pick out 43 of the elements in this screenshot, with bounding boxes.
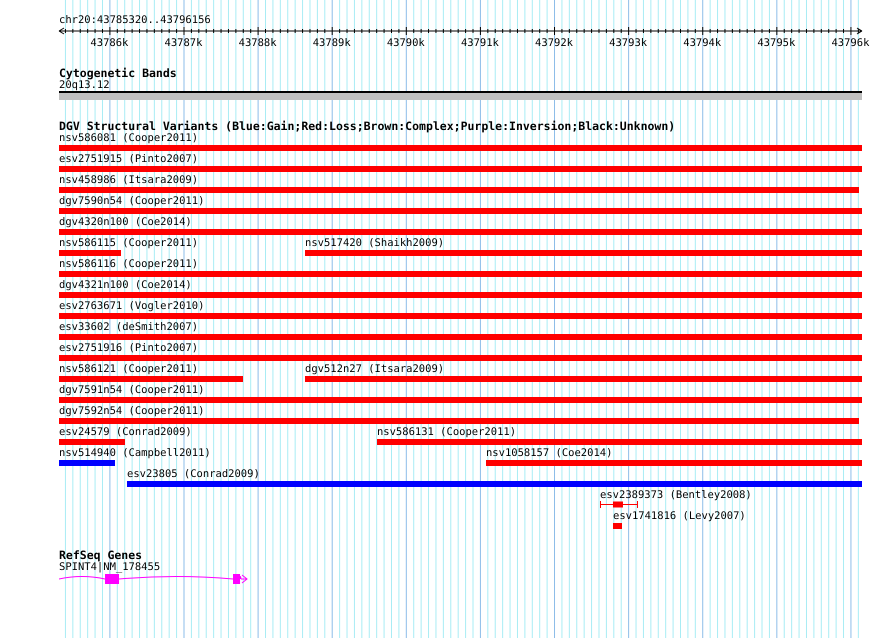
tick-label: 43792k [535,37,573,49]
tick-label: 43796k [831,37,870,49]
tick-label: 43795k [757,37,796,49]
variant-label: esv1741816 (Levy2007) [613,510,746,522]
variant-label: nsv586121 (Cooper2011) [59,363,198,375]
band-label: 20q13.12 [59,79,110,91]
variant-label: nsv514940 (Campbell2011) [59,447,211,459]
variant-label: esv2763671 (Vogler2010) [59,300,204,312]
variant-label: dgv7592n54 (Cooper2011) [59,405,204,417]
variant-label: nsv586131 (Cooper2011) [376,426,516,438]
track-title: DGV Structural Variants (Blue:Gain;Red:Loss;Brown:Complex;Purple:Inversion;Black:Unknown) [59,120,676,132]
variant-label: esv33602 (deSmith2007) [59,321,198,333]
track-title: RefSeq Genes [59,549,142,561]
track-title: Cytogenetic Bands [59,67,177,79]
tick-label: 43791k [460,37,499,49]
variant-label: nsv586116 (Cooper2011) [59,258,198,270]
tick-label: 43793k [609,37,648,49]
variant-label: esv2751916 (Pinto2007) [59,342,198,354]
variant-label: dgv7590n54 (Cooper2011) [59,195,204,207]
variant-label: nsv586115 (Cooper2011) [59,237,198,249]
variant-label: nsv586081 (Cooper2011) [59,132,198,144]
variant-label: nsv1058157 (Coe2014) [486,447,612,459]
tick-label: 43790k [386,37,425,49]
gene-model-drawing[interactable] [59,574,248,584]
variant-label: esv24579 (Conrad2009) [59,426,192,438]
variant-label: nsv458986 (Itsara2009) [59,174,198,186]
variant-label: esv2751915 (Pinto2007) [59,153,198,165]
tick-label: 43786k [90,37,128,49]
variant-label: dgv512n27 (Itsara2009) [305,363,444,375]
gene-label: SPINT4|NM_178455 [59,561,160,573]
tick-label: 43794k [683,37,722,49]
variant-label: dgv7591n54 (Cooper2011) [59,384,204,396]
variant-bar[interactable] [613,523,622,529]
tick-label: 43789k [312,37,351,49]
variant-label: esv2389373 (Bentley2008) [600,489,752,501]
region-label: chr20:43785320..43796156 [59,14,211,26]
variant-label: esv23805 (Conrad2009) [127,468,260,480]
variant-label: dgv4321n100 (Coe2014) [59,279,192,291]
variant-label: nsv517420 (Shaikh2009) [305,237,444,249]
tick-label: 43787k [164,37,202,49]
tick-label: 43788k [238,37,277,49]
variant-label: dgv4320n100 (Coe2014) [59,216,192,228]
variant-range-bar[interactable] [600,501,638,508]
